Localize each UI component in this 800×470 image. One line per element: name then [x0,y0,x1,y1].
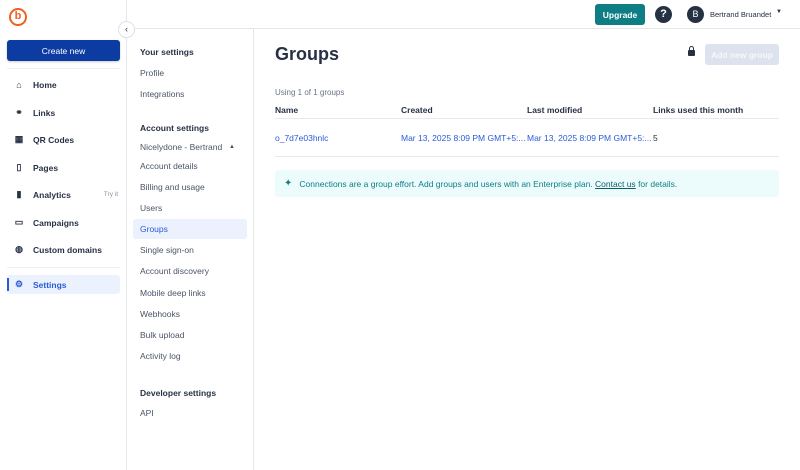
settings-account-discovery[interactable]: Account discovery [133,261,247,281]
globe-icon: ◍ [15,244,23,254]
qr-code-icon: ▦ [14,134,24,144]
banner-suffix: for details. [638,178,678,189]
column-header-last-modified: Last modified [527,105,583,115]
user-name[interactable]: Bertrand Bruandet [710,10,771,19]
home-icon: ⌂ [16,79,22,90]
settings-profile[interactable]: Profile [133,63,247,83]
caret-up-icon: ▲ [229,144,235,150]
settings-activity-log[interactable]: Activity log [133,346,247,366]
nav-settings[interactable]: ⚙ Settings [7,275,120,294]
nav-analytics[interactable]: ▮ Analytics Try it [7,185,120,204]
divider [7,68,120,69]
page-icon: ▯ [16,162,22,172]
banner-text: Connections are a group effort. Add grou… [299,178,593,189]
developer-settings-heading: Developer settings [140,388,217,398]
account-name: Nicelydone - Bertrand [140,142,223,152]
group-name-link[interactable]: o_7d7e03hnlc [275,133,328,143]
link-icon: ⚭ [15,107,23,117]
column-header-links-used: Links used this month [653,105,744,115]
settings-mobile-deep-links[interactable]: Mobile deep links [133,283,247,303]
column-header-name: Name [275,105,299,115]
settings-sidebar: Your settings Profile Integrations Accou… [127,29,254,470]
account-settings-heading: Account settings [140,123,209,133]
try-it-badge: Try it [103,191,118,198]
avatar[interactable]: B [687,6,704,23]
nav-custom-domains[interactable]: ◍ Custom domains [7,240,120,259]
divider [7,267,120,268]
usage-text: Using 1 of 1 groups [275,88,345,97]
nav-label: Analytics [33,189,71,200]
nav-pages[interactable]: ▯ Pages [7,158,120,177]
top-header: Upgrade ? B Bertrand Bruandet ▼ [127,0,800,29]
settings-integrations[interactable]: Integrations [133,84,247,104]
settings-api[interactable]: API [133,403,247,423]
group-modified: Mar 13, 2025 8:09 PM GMT+5:... [527,133,652,143]
account-switcher[interactable]: Nicelydone - Bertrand ▲ [133,137,247,157]
folder-icon: ▭ [14,217,24,227]
nav-campaigns[interactable]: ▭ Campaigns [7,213,120,232]
help-icon[interactable]: ? [655,6,672,23]
group-created: Mar 13, 2025 8:09 PM GMT+5:... [401,133,526,143]
add-new-group-button[interactable]: Add new group [705,44,779,65]
active-indicator [7,278,9,291]
nav-label: Home [33,79,57,90]
settings-bulk-upload[interactable]: Bulk upload [133,325,247,345]
collapse-sidebar-button[interactable]: ‹ [118,21,135,38]
nav-label: QR Codes [33,134,75,145]
page-title: Groups [275,44,340,64]
nav-label: Pages [33,162,59,173]
upgrade-button[interactable]: Upgrade [595,4,645,25]
divider [275,118,779,119]
contact-us-link[interactable]: Contact us [595,179,636,189]
nav-links[interactable]: ⚭ Links [7,103,120,122]
your-settings-heading: Your settings [140,47,194,57]
settings-account-details[interactable]: Account details [133,156,247,176]
nav-label: Campaigns [33,217,79,228]
column-header-created: Created [401,105,433,115]
nav-label: Links [33,107,56,118]
bar-chart-icon: ▮ [16,189,22,199]
sparkle-icon: ✦ [284,178,293,189]
nav-home[interactable]: ⌂ Home [7,75,120,94]
settings-users[interactable]: Users [133,198,247,218]
create-new-button[interactable]: Create new [7,40,120,61]
settings-sso[interactable]: Single sign-on [133,240,247,260]
settings-groups[interactable]: Groups [133,219,247,239]
nav-qr-codes[interactable]: ▦ QR Codes [7,130,120,149]
chevron-left-icon: ‹ [125,24,128,34]
caret-down-icon[interactable]: ▼ [776,9,782,15]
enterprise-banner: ✦ Connections are a group effort. Add gr… [275,170,779,197]
settings-billing[interactable]: Billing and usage [133,177,247,197]
nav-label: Settings [33,279,67,290]
settings-webhooks[interactable]: Webhooks [133,304,247,324]
divider [275,156,779,157]
gear-icon: ⚙ [14,279,24,289]
nav-label: Custom domains [33,244,102,255]
lock-shackle [689,46,694,51]
main-sidebar: b Create new ⌂ Home ⚭ Links ▦ QR Codes ▯ Pag… [0,0,127,470]
bitly-logo[interactable]: b [9,8,27,26]
group-links-used: 5 [653,133,658,143]
